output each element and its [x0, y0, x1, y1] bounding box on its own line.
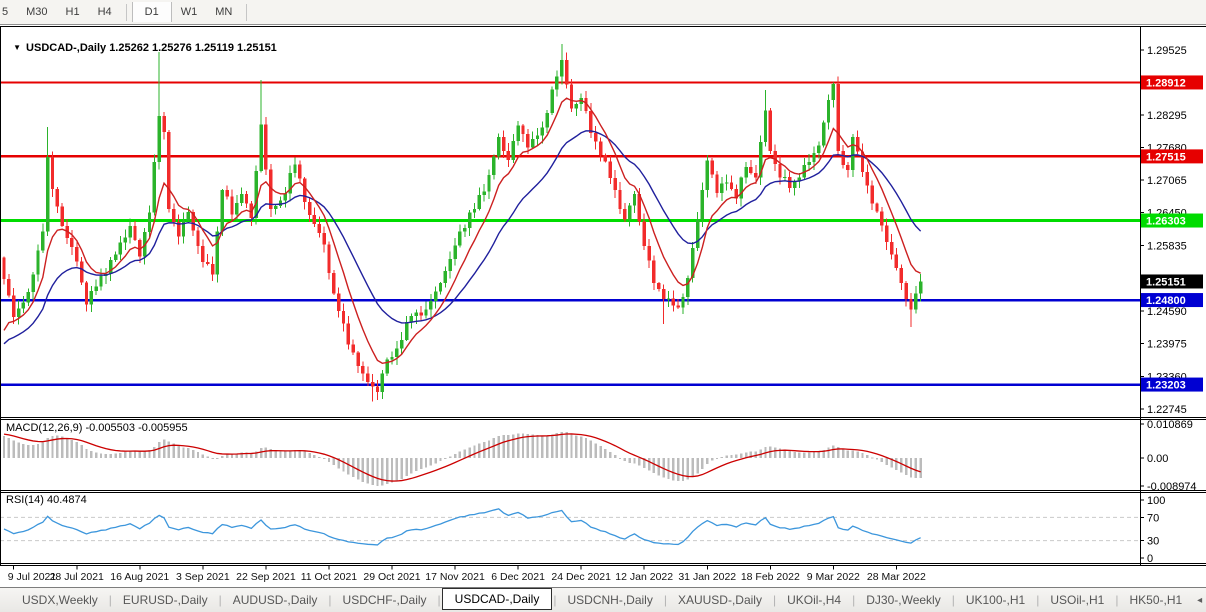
price-level-badge-1.28912-text: 1.28912	[1146, 77, 1186, 89]
macd-indicator-label: MACD(12,26,9) -0.005503 -0.005955	[6, 422, 188, 434]
tab-hk50-h1[interactable]: HK50-,H1	[1119, 590, 1192, 610]
price-level-badge-1.23203-text: 1.23203	[1146, 380, 1186, 392]
timeframe-button-H4[interactable]: H4	[89, 2, 121, 22]
rsi-axis-label: 30	[1147, 536, 1159, 548]
date-label: 24 Dec 2021	[551, 571, 611, 583]
price-axis-label: 1.27065	[1147, 175, 1187, 187]
price-level-badge-1.24800-text: 1.24800	[1146, 295, 1186, 307]
price-axis-label: 1.22745	[1147, 404, 1187, 416]
price-axis-label: 1.25835	[1147, 240, 1187, 252]
rsi-indicator-label: RSI(14) 40.4874	[6, 494, 87, 506]
timeframe-button-H1[interactable]: H1	[57, 2, 89, 22]
timeframe-button-MN[interactable]: MN	[206, 2, 241, 22]
toolbar-separator	[246, 3, 248, 21]
macd-axis-label: 0.010869	[1147, 419, 1193, 431]
tab-uk100-h1[interactable]: UK100-,H1	[956, 590, 1035, 610]
rsi-axis-label: 100	[1147, 495, 1165, 507]
price-level-badge-1.27515-text: 1.27515	[1146, 151, 1186, 163]
tab-ukoil-h4[interactable]: UKOil-,H4	[777, 590, 851, 610]
timeframe-toolbar: 5 M30 H1 H4 D1 W1 MN	[0, 0, 1206, 25]
price-axis-label: 1.28295	[1147, 110, 1187, 122]
date-label: 17 Nov 2021	[425, 571, 485, 583]
tab-usoil-h1[interactable]: USOil-,H1	[1040, 590, 1114, 610]
chart-title: ▼ USDCAD-,Daily 1.25262 1.25276 1.25119 1…	[7, 30, 277, 54]
date-label: 31 Jan 2022	[678, 571, 736, 583]
date-label: 6 Dec 2021	[491, 571, 545, 583]
rsi-pane[interactable]	[0, 493, 1206, 563]
price-level-badge-1.26303-text: 1.26303	[1146, 216, 1186, 228]
macd-axis-label: 0.00	[1147, 453, 1168, 465]
tab-usdx-weekly[interactable]: USDX,Weekly	[12, 590, 108, 610]
date-label: 29 Oct 2021	[363, 571, 420, 583]
tabs-scroll-left-icon[interactable]: ◂	[1192, 595, 1206, 606]
macd-axis-label: -0.008974	[1147, 481, 1197, 493]
timeframe-button-5[interactable]: 5	[0, 2, 17, 22]
timeframe-button-M30[interactable]: M30	[17, 2, 56, 22]
tab-audusd-daily[interactable]: AUDUSD-,Daily	[223, 590, 328, 610]
rsi-axis-label: 0	[1147, 553, 1153, 565]
tab-usdcad-daily[interactable]: USDCAD-,Daily	[441, 588, 553, 610]
chart-title-symbol: USDCAD-,Daily	[26, 42, 107, 54]
timeframe-button-W1[interactable]: W1	[172, 2, 207, 22]
date-label: 12 Jan 2022	[615, 571, 673, 583]
tab-xauusd-daily[interactable]: XAUUSD-,Daily	[668, 590, 772, 610]
date-label: 22 Sep 2021	[236, 571, 296, 583]
price-axis-label: 1.24590	[1147, 306, 1187, 318]
date-label: 3 Sep 2021	[176, 571, 230, 583]
symbol-dropdown-icon[interactable]: ▼	[13, 43, 21, 52]
chart-title-ohlc: 1.25262 1.25276 1.25119 1.25151	[109, 42, 277, 54]
timeframe-button-D1[interactable]: D1	[131, 2, 172, 22]
tab-usdcnh-daily[interactable]: USDCNH-,Daily	[557, 590, 662, 610]
price-axis-label: 1.29525	[1147, 45, 1187, 57]
date-label: 11 Oct 2021	[301, 571, 358, 583]
rsi-axis-label: 70	[1147, 512, 1159, 524]
date-label: 28 Mar 2022	[867, 571, 926, 583]
date-label: 9 Mar 2022	[807, 571, 860, 583]
chart-canvas[interactable]: 1.295251.282951.276801.270651.264501.258…	[0, 25, 1206, 587]
price-axis-label: 1.23975	[1147, 339, 1187, 351]
current-price-badge-text: 1.25151	[1146, 276, 1186, 288]
date-label: 16 Aug 2021	[110, 571, 169, 583]
symbol-tabbar: USDX,Weekly | EURUSD-,Daily | AUDUSD-,Daily |…	[0, 587, 1206, 612]
tab-usdchf-daily[interactable]: USDCHF-,Daily	[333, 590, 437, 610]
toolbar-separator	[125, 3, 127, 21]
date-label: 18 Feb 2022	[741, 571, 800, 583]
date-label: 28 Jul 2021	[50, 571, 104, 583]
tab-eurusd-daily[interactable]: EURUSD-,Daily	[113, 590, 218, 610]
tab-dj30-weekly[interactable]: DJ30-,Weekly	[856, 590, 950, 610]
